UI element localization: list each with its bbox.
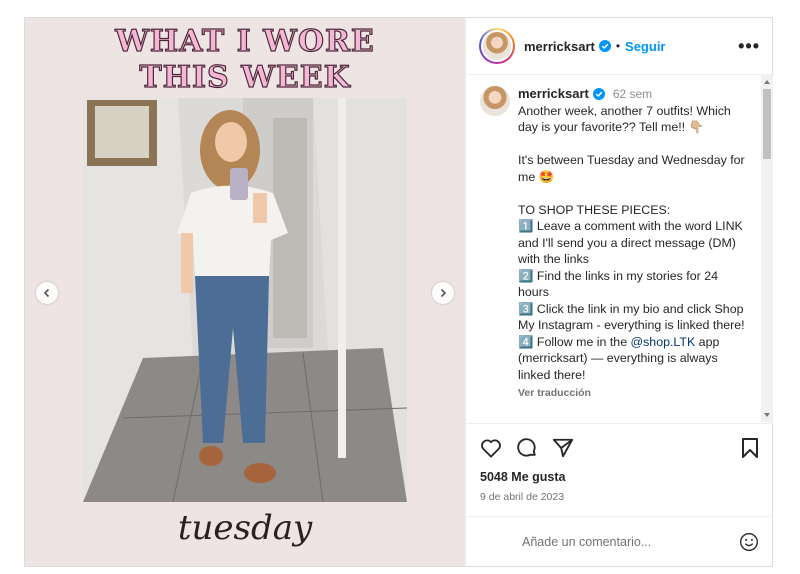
mention-link[interactable]: @shop.LTK xyxy=(631,335,696,349)
outfit-photo xyxy=(83,98,407,502)
more-options-button[interactable]: ••• xyxy=(738,37,760,55)
caption-body: merricksart 62 sem Another week, another… xyxy=(518,86,750,402)
caption-line-prefix: 4️⃣ Follow me in the xyxy=(518,334,631,349)
caption-line: Another week, another 7 outfits! Which d… xyxy=(518,103,735,135)
caption-line: 1️⃣ Leave a comment with the word LINK a… xyxy=(518,219,747,266)
heart-icon xyxy=(481,439,501,458)
scrollbar-thumb[interactable] xyxy=(763,89,771,159)
comment-icon xyxy=(517,438,536,457)
caption-username[interactable]: merricksart xyxy=(518,86,589,103)
caption-time[interactable]: 62 sem xyxy=(613,86,652,103)
caption-line xyxy=(518,185,750,202)
comments-scrollbar[interactable] xyxy=(761,75,773,422)
see-translation-button[interactable]: Ver traducción xyxy=(518,385,750,402)
follow-button[interactable]: Seguir xyxy=(625,39,665,54)
caption-row: merricksart 62 sem Another week, another… xyxy=(466,75,773,402)
media-headline-line1: WHAT I WORE xyxy=(115,23,375,59)
avatar-image xyxy=(481,30,513,62)
post-media: WHAT I WORE THIS WEEK tuesday xyxy=(25,18,465,566)
action-icon-row xyxy=(480,436,759,460)
caption-line: It's between Tuesday and Wednesday for m… xyxy=(518,153,749,184)
chevron-left-icon xyxy=(43,288,50,298)
instagram-post-dialog: WHAT I WORE THIS WEEK tuesday merricksar… xyxy=(24,17,773,567)
previous-slide-button[interactable] xyxy=(36,282,58,304)
day-script-label: tuesday xyxy=(177,508,313,548)
bookmark-icon xyxy=(742,438,758,458)
scroll-up-arrow-icon[interactable] xyxy=(764,80,770,84)
caption-line-last: 4️⃣ Follow me in the @shop.LTK app (merr… xyxy=(518,334,750,384)
chevron-right-icon xyxy=(440,288,447,298)
verified-badge-icon xyxy=(592,88,605,101)
caption-line: 2️⃣ Find the links in my stories for 24 … xyxy=(518,268,722,300)
caption-line: TO SHOP THESE PIECES: xyxy=(518,202,671,217)
caption-line: 3️⃣ Click the link in my bio and click S… xyxy=(518,301,747,333)
header-avatar[interactable] xyxy=(479,28,515,64)
smiley-icon xyxy=(740,532,758,551)
add-comment-bar xyxy=(466,516,773,566)
save-button[interactable] xyxy=(741,437,759,459)
post-date[interactable]: 9 de abril de 2023 xyxy=(480,491,759,503)
paper-plane-icon xyxy=(552,438,574,458)
comments-section[interactable]: merricksart 62 sem Another week, another… xyxy=(466,75,773,422)
caption-avatar[interactable] xyxy=(480,86,510,116)
scroll-down-arrow-icon[interactable] xyxy=(764,413,770,417)
outfit-photo-illustration xyxy=(83,98,407,502)
verified-badge-icon xyxy=(598,40,611,52)
comment-input[interactable] xyxy=(522,534,739,549)
likes-count[interactable]: 5048 Me gusta xyxy=(480,470,759,484)
caption-header: merricksart 62 sem xyxy=(518,86,750,103)
caption-line xyxy=(518,136,750,153)
header-separator: • xyxy=(615,39,621,53)
post-actions: 5048 Me gusta 9 de abril de 2023 xyxy=(466,423,773,503)
post-header: merricksart • Seguir ••• xyxy=(466,18,772,75)
post-side-panel: merricksart • Seguir ••• merricksart 62 … xyxy=(465,18,773,566)
media-headline-line2: THIS WEEK xyxy=(139,59,351,95)
like-button[interactable] xyxy=(480,438,502,458)
share-button[interactable] xyxy=(552,437,574,459)
next-slide-button[interactable] xyxy=(432,282,454,304)
emoji-button[interactable] xyxy=(739,532,759,552)
comment-button[interactable] xyxy=(516,437,538,459)
header-username[interactable]: merricksart xyxy=(524,39,595,54)
